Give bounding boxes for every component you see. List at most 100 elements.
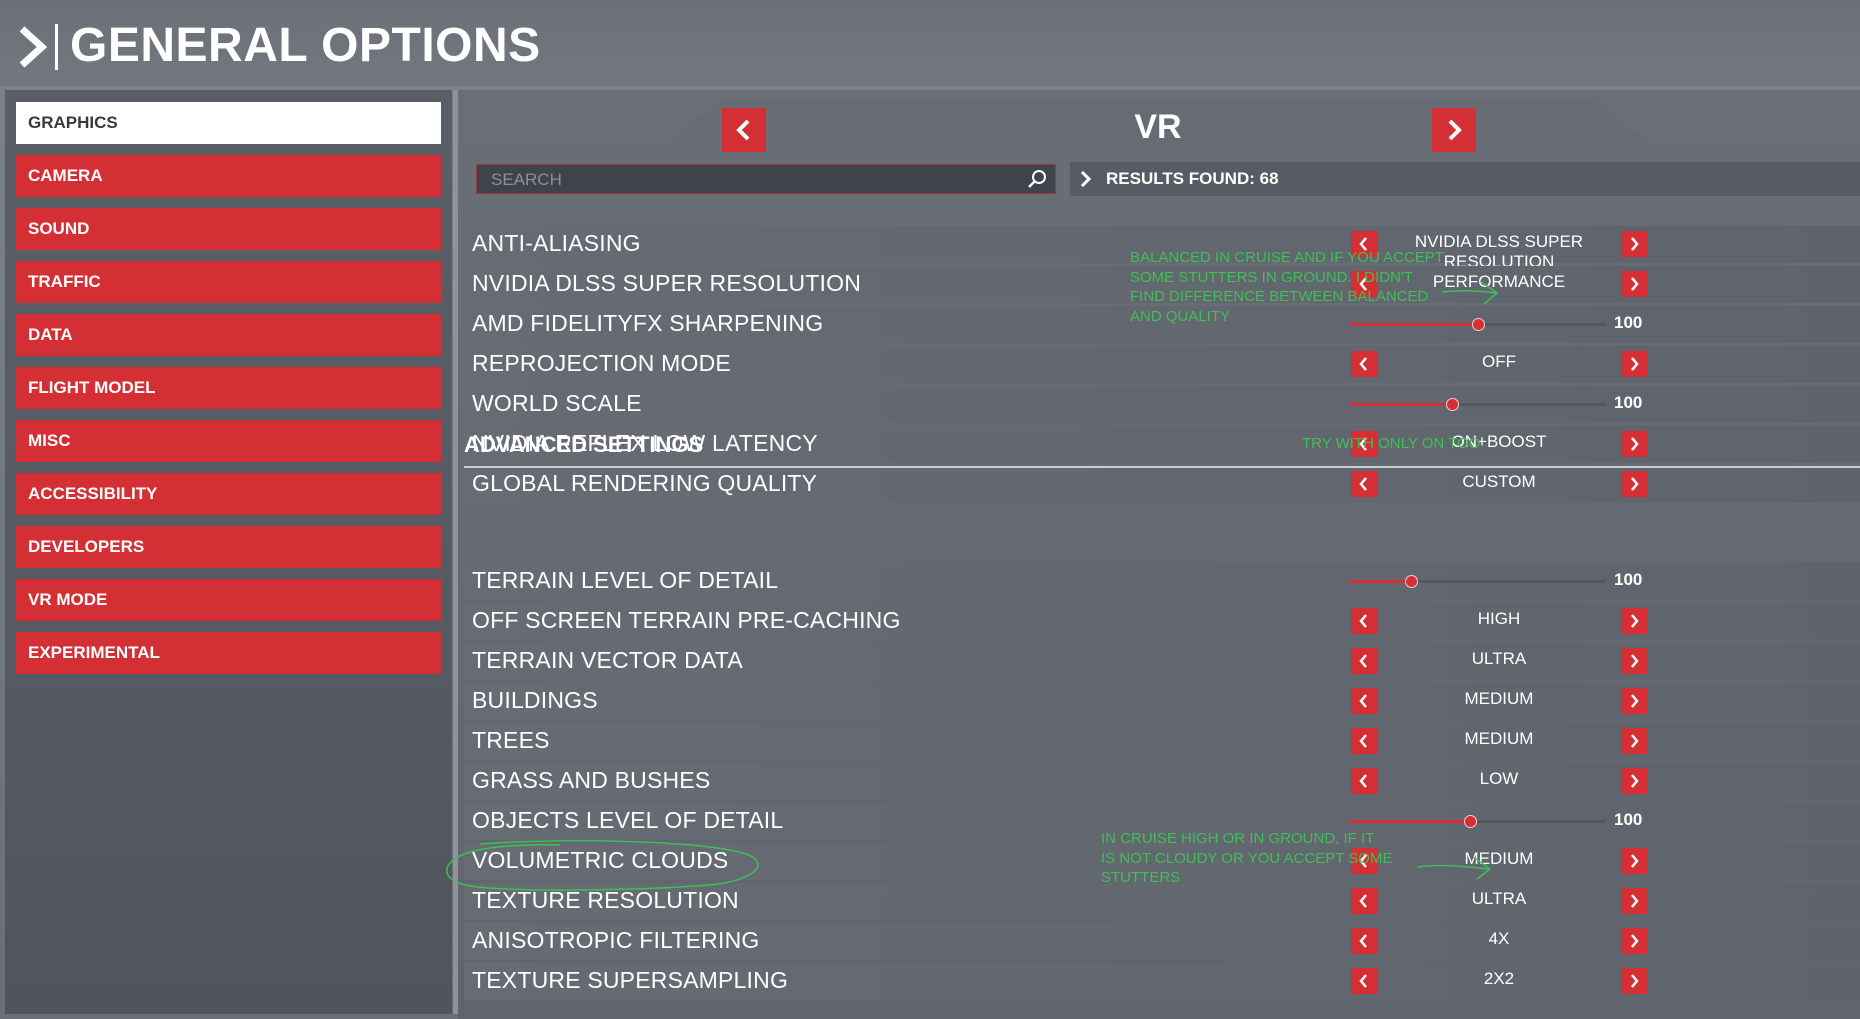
previous-value-button[interactable]: [1351, 968, 1377, 994]
chevron-left-icon: [1359, 734, 1367, 748]
next-value-button[interactable]: [1621, 968, 1647, 994]
next-tab-button[interactable]: [1432, 108, 1476, 152]
setting-label: AMD FIDELITYFX SHARPENING: [472, 310, 824, 336]
slider-fill: [1350, 403, 1453, 406]
previous-value-button[interactable]: [1351, 888, 1377, 914]
setting-row-global-rendering-quality: GLOBAL RENDERING QUALITY CUSTOM: [464, 466, 1860, 503]
sidebar-item-camera[interactable]: CAMERA: [16, 155, 441, 197]
setting-value: 2X2: [1483, 969, 1515, 988]
setting-row-off-screen-terrain-pre-caching: OFF SCREEN TERRAIN PRE-CACHING HIGH: [464, 603, 1860, 640]
chevron-right-icon: [1631, 894, 1639, 908]
results-count: RESULTS FOUND: 68: [1070, 162, 1860, 196]
chevron-right-icon: [1631, 694, 1639, 708]
next-value-button[interactable]: [1621, 271, 1647, 297]
setting-row-buildings: BUILDINGS MEDIUM: [464, 683, 1860, 720]
chevron-right-icon: [1631, 437, 1639, 451]
sidebar-item-data[interactable]: DATA: [16, 314, 441, 356]
slider-track[interactable]: [1350, 575, 1606, 588]
setting-value: MEDIUM: [1464, 689, 1534, 708]
prev-tab-button[interactable]: [722, 108, 766, 152]
setting-row-anisotropic-filtering: ANISOTROPIC FILTERING 4X: [464, 923, 1860, 960]
previous-value-button[interactable]: [1351, 351, 1377, 377]
title-divider: [55, 24, 58, 70]
setting-label: NVIDIA DLSS SUPER RESOLUTION: [472, 270, 862, 296]
setting-label: TERRAIN VECTOR DATA: [472, 647, 743, 673]
chevron-right-icon: [1631, 654, 1639, 668]
annotation-line: SOME STUTTERS IN GROUND. I DIDN'T: [1130, 268, 1413, 286]
previous-value-button[interactable]: [1351, 768, 1377, 794]
chevron-right-icon: [19, 26, 48, 68]
sidebar-item-accessibility[interactable]: ACCESSIBILITY: [16, 473, 441, 515]
next-value-button[interactable]: [1621, 728, 1647, 754]
slider-track[interactable]: [1350, 815, 1606, 828]
next-value-button[interactable]: [1621, 768, 1647, 794]
next-value-button[interactable]: [1621, 351, 1647, 377]
setting-label: WORLD SCALE: [472, 390, 642, 416]
chevron-right-icon: [1631, 237, 1639, 251]
slider-value: 100: [1614, 570, 1643, 589]
previous-value-button[interactable]: [1351, 928, 1377, 954]
slider-handle[interactable]: [1405, 575, 1419, 588]
previous-value-button[interactable]: [1351, 608, 1377, 634]
setting-row-reprojection-mode: REPROJECTION MODE OFF: [464, 346, 1860, 383]
chevron-right-icon: [1631, 974, 1639, 988]
setting-label: TEXTURE SUPERSAMPLING: [472, 967, 789, 993]
chevron-right-icon: [1631, 734, 1639, 748]
setting-row-world-scale: WORLD SCALE 100: [464, 386, 1860, 423]
setting-label: TERRAIN LEVEL OF DETAIL: [472, 567, 779, 593]
next-value-button[interactable]: [1621, 888, 1647, 914]
chevron-left-icon: [1359, 774, 1367, 788]
setting-value: ULTRA: [1471, 649, 1527, 668]
annotation-clouds-note: IN CRUISE HIGH OR IN GROUND, IF IT IS NOT…: [1101, 829, 1392, 888]
chevron-right-icon: [1448, 119, 1462, 141]
slider-track[interactable]: [1350, 398, 1606, 411]
page-header: GENERAL OPTIONS: [0, 0, 1860, 86]
next-value-button[interactable]: [1621, 431, 1647, 457]
sidebar-item-graphics[interactable]: GRAPHICS: [16, 102, 441, 144]
previous-value-button[interactable]: [1351, 471, 1377, 497]
search-icon[interactable]: [1027, 169, 1047, 189]
sidebar-item-misc[interactable]: MISC: [16, 420, 441, 462]
section-divider: [464, 466, 1860, 468]
setting-value: CUSTOM: [1462, 472, 1536, 491]
chevron-right-icon: [1631, 477, 1639, 491]
next-value-button[interactable]: [1621, 231, 1647, 257]
annotation-line: FIND DIFFERENCE BETWEEN BALANCED: [1130, 288, 1429, 305]
setting-value: 4X: [1488, 929, 1510, 948]
chevron-left-icon: [1359, 974, 1367, 988]
previous-value-button[interactable]: [1351, 648, 1377, 674]
chevron-right-icon: [1080, 171, 1092, 187]
sidebar: GRAPHICS CAMERA SOUND TRAFFIC DATA FLIGHT MOD…: [5, 90, 452, 1014]
previous-value-button[interactable]: [1351, 728, 1377, 754]
next-value-button[interactable]: [1621, 608, 1647, 634]
sidebar-item-traffic[interactable]: TRAFFIC: [16, 261, 441, 303]
sidebar-item-sound[interactable]: SOUND: [16, 208, 441, 250]
setting-value: MEDIUM: [1464, 729, 1534, 748]
slider-value: 100: [1614, 393, 1643, 412]
setting-label: BUILDINGS: [472, 687, 598, 713]
search-field[interactable]: [476, 164, 1056, 195]
slider-handle[interactable]: [1446, 398, 1460, 411]
sidebar-item-flight-model[interactable]: FLIGHT MODEL: [16, 367, 441, 409]
annotation-line: IS NOT CLOUDY OR YOU ACCEPT SOME: [1101, 849, 1393, 867]
results-text: RESULTS FOUND: 68: [1106, 169, 1279, 188]
setting-value: MEDIUM: [1464, 849, 1534, 868]
sidebar-item-experimental[interactable]: EXPERIMENTAL: [16, 632, 441, 674]
slider-handle[interactable]: [1472, 318, 1485, 331]
chevron-right-icon: [1631, 854, 1639, 868]
annotation-dlss-note: BALANCED IN CRUISE AND IF YOU ACCEPT SOME…: [1130, 248, 1444, 326]
next-value-button[interactable]: [1621, 928, 1647, 954]
next-value-button[interactable]: [1621, 648, 1647, 674]
annotation-reflex-note: TRY WITH ONLY ON TOO: [1302, 435, 1481, 452]
setting-row-terrain-level-of-detail: TERRAIN LEVEL OF DETAIL 100: [464, 563, 1860, 600]
next-value-button[interactable]: [1621, 688, 1647, 714]
setting-value: HIGH: [1477, 609, 1521, 628]
next-value-button[interactable]: [1621, 848, 1647, 874]
previous-value-button[interactable]: [1351, 688, 1377, 714]
slider-handle[interactable]: [1464, 815, 1478, 828]
search-input[interactable]: [477, 165, 1033, 195]
chevron-left-icon: [1359, 477, 1367, 491]
next-value-button[interactable]: [1621, 471, 1647, 497]
sidebar-item-vr-mode[interactable]: VR MODE: [16, 579, 441, 621]
sidebar-item-developers[interactable]: DEVELOPERS: [16, 526, 441, 568]
